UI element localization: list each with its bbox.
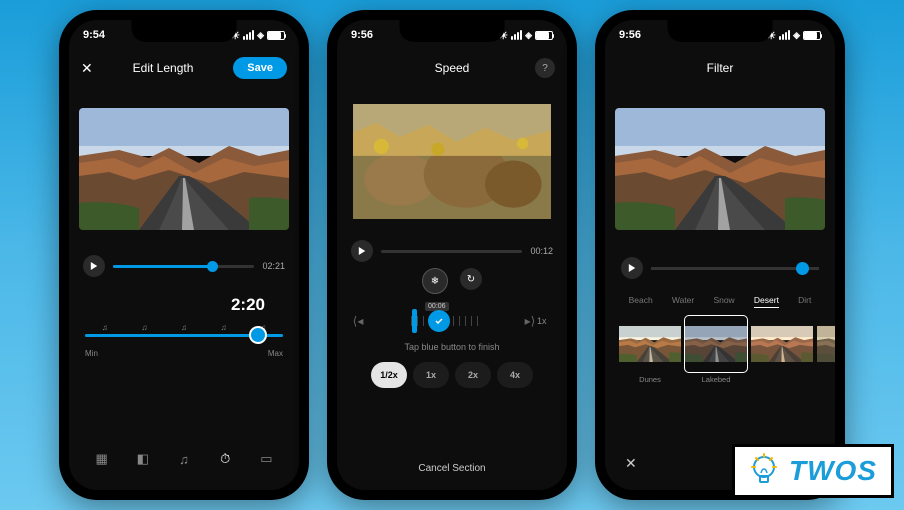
speed-timeline[interactable]: ⟨◂ 00:06 ▸⟩ 1x	[351, 306, 553, 336]
wifi-icon: ◈	[525, 30, 532, 41]
phone-speed: 9:56 ☀ ◈ Speed ? 00:12 ❄ ↻	[327, 10, 577, 500]
notch	[132, 20, 237, 42]
speed-4x[interactable]: 4x	[497, 362, 533, 388]
speed-half[interactable]: 1/2x	[371, 362, 407, 388]
signal-icon	[511, 30, 522, 40]
length-panel: 2:20 ♫ ♫ ♫ ♫ ♫ Min Max	[69, 281, 299, 364]
signal-icon	[243, 30, 254, 40]
save-button[interactable]: Save	[233, 57, 287, 79]
seek-knob[interactable]	[796, 262, 809, 275]
play-button[interactable]	[621, 257, 643, 279]
video-preview[interactable]	[605, 86, 835, 251]
page-title: Speed	[435, 61, 470, 75]
page-title: Edit Length	[133, 61, 194, 75]
battery-icon	[803, 31, 821, 40]
hint-text: Tap blue button to finish	[337, 342, 567, 352]
filter-cat-dirt[interactable]: Dirt	[798, 295, 811, 308]
speed-1x[interactable]: 1x	[413, 362, 449, 388]
total-time: 00:12	[530, 246, 553, 256]
header: Filter	[605, 50, 835, 86]
header: Speed ?	[337, 50, 567, 86]
status-time: 9:56	[619, 29, 641, 41]
freeze-frame-button[interactable]: ❄	[422, 268, 448, 294]
tab-music[interactable]: ♫	[170, 445, 198, 473]
length-max-label: Max	[268, 349, 283, 358]
filter-option-3[interactable]	[751, 316, 813, 384]
next-section[interactable]: ▸⟩	[523, 314, 537, 328]
twos-badge: TWOS	[732, 444, 894, 498]
status-time: 9:56	[351, 29, 373, 41]
length-min-label: Min	[85, 349, 98, 358]
page-title: Filter	[707, 61, 734, 75]
filter-lakebed[interactable]: Lakebed	[685, 316, 747, 384]
length-value: 2:20	[85, 295, 283, 315]
loop-button[interactable]: ↻	[460, 268, 482, 290]
seek-bar[interactable]	[651, 267, 819, 270]
tab-adjust[interactable]: ◧	[129, 445, 157, 473]
timeline-knob[interactable]	[428, 310, 450, 332]
badge-text: TWOS	[789, 455, 877, 487]
close-button[interactable]: ✕	[81, 60, 93, 77]
close-button[interactable]: ✕	[625, 455, 637, 472]
prev-section[interactable]: ⟨◂	[351, 314, 365, 328]
filter-dunes[interactable]: Dunes	[619, 316, 681, 384]
filter-cat-beach[interactable]: Beach	[629, 295, 653, 308]
tab-timer[interactable]: ⏱	[211, 445, 239, 473]
battery-icon	[267, 31, 285, 40]
filter-option-4[interactable]	[817, 316, 835, 384]
length-slider[interactable]: ♫ ♫ ♫ ♫ ♫	[85, 325, 283, 345]
filter-cat-desert[interactable]: Desert	[754, 295, 779, 308]
filter-categories: Beach Water Snow Desert Dirt	[605, 295, 835, 308]
music-note-icon: ♫	[181, 323, 187, 332]
video-preview[interactable]	[337, 86, 567, 236]
filter-thumbnails: Dunes Lakebed	[605, 308, 835, 384]
wifi-icon: ◈	[793, 30, 800, 41]
filter-cat-snow[interactable]: Snow	[713, 295, 734, 308]
help-button[interactable]: ?	[535, 58, 555, 78]
video-preview[interactable]	[69, 86, 299, 251]
music-note-icon: ♫	[221, 323, 227, 332]
speed-options: 1/2x 1x 2x 4x	[337, 362, 567, 388]
music-note-icon: ♫	[102, 323, 108, 332]
battery-icon	[535, 31, 553, 40]
play-button[interactable]	[83, 255, 105, 277]
tab-frame[interactable]: ▭	[252, 445, 280, 473]
header: ✕ Edit Length Save	[69, 50, 299, 86]
total-time: 02:21	[262, 261, 285, 271]
seek-bar[interactable]	[381, 250, 522, 253]
music-note-icon: ♫	[141, 323, 147, 332]
seek-bar[interactable]	[113, 265, 254, 268]
lightbulb-icon	[749, 453, 779, 489]
phone-edit-length: 9:54 ☀ ◈ ✕ Edit Length Save 02:21	[59, 10, 309, 500]
playback-controls: 00:12	[337, 236, 567, 266]
cancel-section-button[interactable]: Cancel Section	[337, 463, 567, 474]
section-start-handle[interactable]	[412, 309, 417, 333]
bottom-tabs: ▦ ◧ ♫ ⏱ ▭	[69, 440, 299, 478]
signal-icon	[779, 30, 790, 40]
freeze-controls: ❄ ↻	[337, 268, 567, 294]
play-button[interactable]	[351, 240, 373, 262]
length-knob[interactable]	[249, 326, 267, 344]
playback-controls: 02:21	[69, 251, 299, 281]
playback-controls	[605, 251, 835, 285]
phone-filter: 9:56 ☀ ◈ Filter Beach Water	[595, 10, 845, 500]
notch	[668, 20, 773, 42]
speed-end-label: 1x	[537, 316, 553, 326]
wifi-icon: ◈	[257, 30, 264, 41]
notch	[400, 20, 505, 42]
tab-layers[interactable]: ▦	[88, 445, 116, 473]
status-time: 9:54	[83, 29, 105, 41]
speed-2x[interactable]: 2x	[455, 362, 491, 388]
filter-cat-water[interactable]: Water	[672, 295, 694, 308]
